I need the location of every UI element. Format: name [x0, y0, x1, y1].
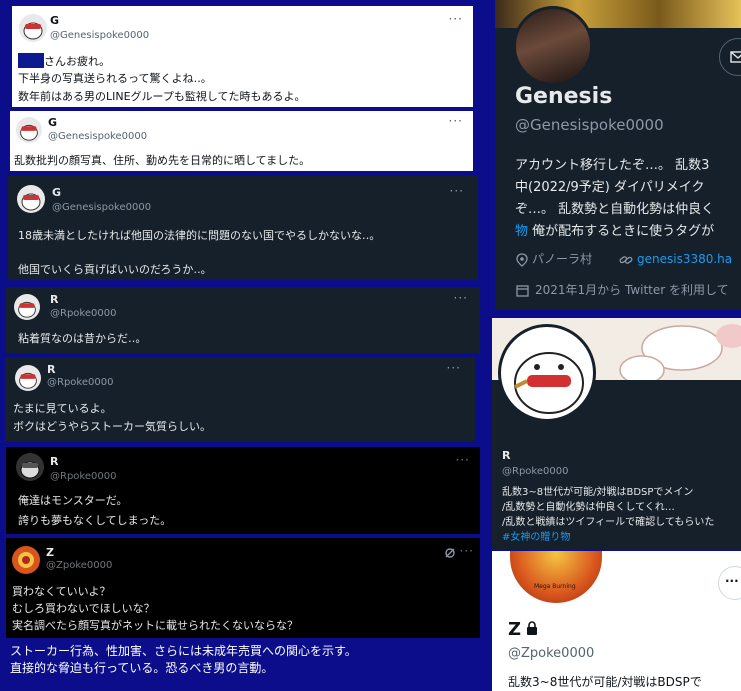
tweet-text-line: 数年前はある男のLINEグループも監視してた時もあるよ。 — [18, 90, 306, 103]
profile-card-genesis[interactable]: Genesis @Genesispoke0000 アカウント移行したぞ…。 乱数… — [495, 0, 741, 310]
more-button[interactable]: ··· — [718, 566, 741, 600]
profile-bio-line: アカウント移行したぞ…。 乱数3 — [515, 158, 710, 173]
avatar[interactable] — [12, 546, 40, 574]
avatar[interactable] — [14, 294, 40, 320]
profile-avatar[interactable] — [513, 6, 593, 86]
avatar-face-icon — [19, 372, 37, 389]
tweet-text-line: むしろ買わないでほしいな？ — [12, 602, 155, 615]
profile-bio-line: 中(2022/9予定) ダイパリメイク — [515, 180, 705, 195]
avatar-face-icon — [23, 22, 43, 40]
tweet-author-name: G — [48, 116, 58, 129]
tweet-text-line: 18歳未満としたければ他国の法律的に問題のない国でやるしかないな‥。 — [18, 229, 381, 242]
avatar[interactable] — [19, 14, 47, 42]
avatar[interactable] — [15, 365, 41, 391]
more-options-icon[interactable]: ··· — [449, 114, 463, 128]
tweet-text-line: たまに見ているよ。 — [13, 402, 112, 415]
tweet-text-line: ボクはどうやらストーカー気質らしい。 — [13, 420, 211, 433]
profile-handle: @Zpoke0000 — [508, 646, 595, 661]
tweet-card-1[interactable]: G @Genesispoke0000 ··· さんお疲れ。 下半身の写真送られる… — [12, 6, 473, 107]
tweet-text-line: 粘着質なのは昔からだ‥。 — [18, 332, 147, 345]
tweet-text-line: 実名調べたら顔写真がネットに載せられたくないならな？ — [12, 619, 298, 632]
link-icon — [619, 256, 633, 264]
tweet-author-handle: @Rpoke0000 — [50, 471, 117, 482]
avatar-face-icon — [20, 461, 40, 479]
profile-bio-line: 乱数3~8世代が可能/対戦はBDSPで — [508, 675, 702, 689]
more-options-icon[interactable]: ··· — [447, 361, 461, 375]
profile-bio-line: 乱数3~8世代が可能/対戦はBDSPでメイン — [502, 487, 694, 498]
more-options-icon[interactable]: ··· — [456, 453, 470, 467]
profile-name: Z — [508, 619, 522, 640]
tweet-card-3[interactable]: G @Genesispoke0000 ··· 18歳未満としたければ他国の法律的… — [8, 176, 478, 280]
profile-website-link[interactable]: genesis3380.ha — [637, 251, 732, 267]
mail-icon — [730, 51, 741, 63]
tweet-card-6[interactable]: R @Rpoke0000 ··· 俺達はモンスターだ。 誇りも夢もなくしてしまっ… — [6, 447, 480, 534]
tweet-text-line: 誇りも夢もなくしてしまった。 — [18, 514, 172, 527]
profile-handle: @Genesispoke0000 — [515, 116, 664, 134]
avatar[interactable] — [17, 185, 45, 213]
tweet-text-line: 俺達はモンスターだ。 — [18, 494, 128, 507]
more-options-icon[interactable]: ··· — [460, 544, 474, 558]
caption: ストーカー行為、性加害、さらには未成年売買への関心を示す。 直接的な脅迫も行って… — [10, 644, 357, 675]
tweet-author-name: R — [50, 293, 59, 306]
redaction-box — [18, 53, 44, 68]
tweet-author-handle: @Genesispoke0000 — [50, 30, 150, 41]
message-button[interactable] — [719, 38, 741, 76]
more-options-icon[interactable]: ··· — [450, 184, 464, 198]
lock-icon — [527, 621, 537, 635]
profile-avatar[interactable]: Mega Burning — [510, 551, 602, 603]
tweet-author-handle: @Genesispoke0000 — [48, 131, 148, 142]
tweet-card-2[interactable]: G @Genesispoke0000 ··· 乱数批判の顔写真、住所、勤め先を日… — [10, 111, 473, 171]
tweet-author-name: R — [50, 455, 59, 468]
avatar-art-icon — [18, 552, 34, 568]
tweet-author-name: G — [50, 14, 60, 27]
tweet-text-line: 乱数批判の顔写真、住所、勤め先を日常的に晒してました。 — [14, 154, 311, 167]
profile-joined-date: 2021年1月から Twitter を利用して — [535, 283, 729, 297]
avatar-face-icon — [514, 352, 584, 414]
tweet-author-name: R — [47, 363, 56, 376]
avatar[interactable] — [16, 117, 42, 143]
tweet-card-5[interactable]: R @Rpoke0000 ··· たまに見ているよ。 ボクはどうやらストーカー気… — [5, 357, 475, 441]
tweet-author-handle: @Zpoke0000 — [46, 560, 113, 571]
tweet-text-line: 買わなくていいよ？ — [12, 585, 111, 598]
tweet-author-handle: @Rpoke0000 — [50, 308, 117, 319]
calendar-icon — [516, 285, 529, 297]
tweet-text-line: 他国でいくら貢げばいいのだろうか‥。 — [18, 263, 212, 276]
more-options-icon[interactable]: ··· — [454, 291, 468, 305]
hashtag-link[interactable]: 物 — [515, 224, 528, 239]
avatar-face-icon — [18, 301, 36, 318]
profile-bio-line: /乱数勢と自動化勢は仲良くしてくれ… — [502, 502, 675, 513]
avatar[interactable] — [16, 453, 44, 481]
profile-card-z[interactable]: Mega Burning ··· Z @Zpoke0000 乱数3~8世代が可能… — [492, 551, 741, 691]
location-icon — [516, 253, 528, 267]
tweet-text-line: さんお疲れ。 — [18, 53, 110, 70]
avatar-face-icon — [21, 193, 41, 211]
profile-name: Genesis — [515, 84, 613, 109]
profile-location: パノーラ村 — [532, 252, 593, 266]
tweet-author-name: Z — [46, 546, 54, 559]
tweet-card-4[interactable]: R @Rpoke0000 ··· 粘着質なのは昔からだ‥。 — [6, 287, 480, 353]
tweet-author-name: G — [52, 186, 62, 199]
profile-bio-line: ぞ…。 乱数勢と自動化勢は仲良く — [515, 202, 715, 217]
profile-bio-line: /乱数と戦績はツイフィールで確認してもらいた — [502, 517, 715, 528]
more-options-icon[interactable]: ··· — [449, 12, 463, 26]
profile-avatar[interactable] — [498, 324, 596, 422]
profile-name: R — [502, 449, 511, 462]
grok-icon[interactable] — [444, 547, 456, 559]
avatar-art-text: Mega Burning — [534, 583, 576, 590]
profile-handle: @Rpoke0000 — [502, 466, 569, 477]
avatar-face-icon — [20, 124, 38, 141]
profile-card-r[interactable]: R @Rpoke0000 乱数3~8世代が可能/対戦はBDSPでメイン /乱数勢… — [492, 318, 741, 550]
more-options-icon: ··· — [725, 574, 739, 588]
tweet-author-handle: @Rpoke0000 — [47, 377, 114, 388]
tweet-author-handle: @Genesispoke0000 — [52, 202, 152, 213]
tweet-card-7[interactable]: Z @Zpoke0000 ··· 買わなくていいよ？ むしろ買わないでほしいな？… — [6, 538, 480, 638]
profile-bio-line: 物 俺が配布するときに使うタグが — [515, 224, 715, 239]
tweet-text-line: 下半身の写真送られるって驚くよね‥。 — [18, 72, 212, 85]
hashtag-link[interactable]: #女神の贈り物 — [502, 530, 570, 545]
